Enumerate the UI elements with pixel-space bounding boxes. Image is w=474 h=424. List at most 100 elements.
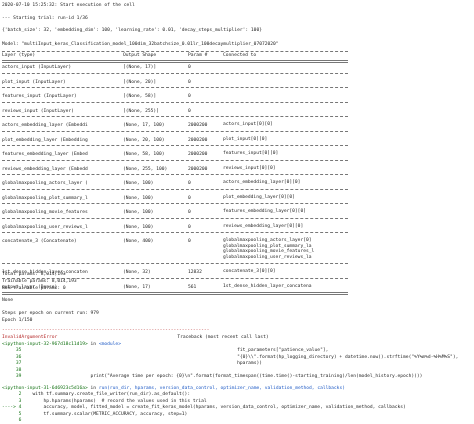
line-number: 5 <box>2 411 22 417</box>
header-params: Param # <box>188 53 208 58</box>
row-divider <box>2 72 348 74</box>
param-count-cell: 2000200 <box>188 166 208 172</box>
error-name: InvalidArgumentError <box>2 335 58 340</box>
code-line: 35 fit_parameters["patience_value"], <box>2 348 329 353</box>
layer-name-cell: output_layer (Dense) <box>2 284 58 290</box>
traceback-location-2: <ipython-input-31-6d6923c5d16a> in run(r… <box>2 386 345 391</box>
param-count-cell: 561 <box>188 284 197 290</box>
connected-to-cell: reviews_embedding_layer[0][0] <box>223 223 304 229</box>
code-text: fit_parameters["patience_value"], <box>21 348 329 353</box>
layer-name-cell: 1st_dense_hidden_layer_concaten <box>2 270 88 275</box>
output-shape-cell: (None, 400) <box>123 239 154 244</box>
ipython-cell-ref-1: <ipython-input-32-967d18c11d19> <box>2 342 88 347</box>
row-divider <box>2 292 348 295</box>
param-count-cell: 2000200 <box>188 123 208 128</box>
connected-to-cell: features_embedding_layer[0][0] <box>223 209 306 214</box>
row-divider <box>2 159 348 161</box>
connected-to-cell: plot_input[0][0] <box>223 136 268 142</box>
code-text: tf.summary.scalar(METRIC_ACCURACY, accur… <box>21 411 188 417</box>
connected-to-cell: globalmaxpooling_user_reviews_la <box>223 254 312 260</box>
output-shape-cell: [(None, 58)] <box>123 94 157 99</box>
line-number: 38 <box>2 367 22 373</box>
layer-name-cell: actors_embedding_layer (Embeddi <box>2 123 88 128</box>
param-count-cell: 0 <box>188 210 191 215</box>
layer-name-cell: globalmaxpooling_actors_layer ( <box>2 181 88 186</box>
output-shape-cell: (None, 17, 100) <box>123 123 165 128</box>
line-number: 37 <box>2 361 22 366</box>
code-text: hparams)) <box>21 361 262 366</box>
row-divider <box>2 277 348 279</box>
connected-to-cell: plot_embedding_layer[0][0] <box>223 194 295 200</box>
epoch-line: Epoch 1/150 <box>2 318 33 323</box>
connected-to-cell: actors_embedding_layer[0][0] <box>223 180 301 185</box>
row-divider <box>2 188 348 190</box>
code-line: 38 <box>2 367 22 373</box>
connected-to-cell: features_input[0][0] <box>223 151 279 156</box>
traceback-title: Traceback (most recent call last) <box>177 335 269 340</box>
code-text: accuracy, model, fitted_model = create_f… <box>21 405 406 410</box>
ipython-cell-ref-2: <ipython-input-31-6d6923c5d16a> <box>2 386 88 391</box>
module-name: <module> <box>98 342 121 347</box>
param-count-cell: 0 <box>188 224 191 230</box>
code-text: hp.hparams(hparams) # record the values … <box>21 398 207 404</box>
traceback-divider: ----------------------------------------… <box>2 328 210 333</box>
none-line: None <box>2 298 14 303</box>
output-shape-cell: (None, 255, 100) <box>123 166 168 172</box>
connected-to-cell: actors_input[0][0] <box>223 122 273 127</box>
output-shape-cell: [(None, 255)] <box>123 108 159 114</box>
traceback-header: InvalidArgumentError Traceback (most rece… <box>2 335 269 340</box>
header-connected: Connected to <box>223 53 257 58</box>
row-divider <box>2 116 348 117</box>
code-text: print("Average time per epoch: {0}\n".fo… <box>21 374 423 379</box>
code-line: ----> 4 accuracy, model, fitted_model = … <box>2 405 406 410</box>
line-number: ----> 4 <box>2 405 22 410</box>
output-shape-cell: (None, 32) <box>123 270 151 275</box>
param-count-cell: 0 <box>188 239 191 244</box>
code-line: 39 print("Average time per epoch: {0}\n"… <box>2 374 423 379</box>
connected-to-cell: concatenate_3[0][0] <box>223 269 276 274</box>
output-shape-cell: (None, 100) <box>123 195 154 201</box>
param-count-cell: 0 <box>188 181 191 186</box>
layer-name-cell: features_embedding_layer (Embed <box>2 152 88 157</box>
layer-name-cell: plot_input (InputLayer) <box>2 79 66 85</box>
output-shape-cell: (None, 100) <box>123 181 154 186</box>
layer-name-cell: globalmaxpooling_movie_features <box>2 210 88 215</box>
layer-name-cell: globalmaxpooling_plot_summary_l <box>2 195 88 201</box>
connected-to-cell: 1st_dense_hidden_layer_concatena <box>223 283 312 289</box>
row-divider <box>2 101 348 103</box>
layer-name-cell: reviews_input (InputLayer) <box>2 108 74 114</box>
output-shape-cell: [(None, 20)] <box>123 79 157 85</box>
output-shape-cell: (None, 58, 100) <box>123 152 165 157</box>
output-shape-cell: (None, 17) <box>123 284 151 290</box>
code-text: "{0}\\".format(hp_logging_directory) + d… <box>21 354 459 360</box>
line-number: 6 <box>2 418 22 423</box>
layer-name-cell: concatenate_3 (Concatenate) <box>2 239 77 244</box>
layer-name-cell: globalmaxpooling_user_reviews_l <box>2 224 88 230</box>
table-header-rule <box>2 60 348 63</box>
row-divider <box>2 263 348 264</box>
layer-name-cell: reviews_embedding_layer (Embedd <box>2 166 88 172</box>
layer-name-cell: features_input (InputLayer) <box>2 94 77 99</box>
row-divider <box>2 203 348 204</box>
row-divider <box>2 130 348 132</box>
output-shape-cell: (None, 100) <box>123 210 154 215</box>
layer-name-cell: plot_embedding_layer (Embedding <box>2 137 88 143</box>
table-header: Layer (type) Output Shape Param # Connec… <box>2 52 256 59</box>
code-line: 5 tf.summary.scalar(METRIC_ACCURACY, acc… <box>2 411 188 417</box>
code-text: with tf.summary.create_file_writer(run_d… <box>21 392 191 397</box>
loc2-in: in <box>87 386 99 391</box>
row-divider <box>2 174 348 175</box>
connected-to-cell: reviews_input[0][0] <box>223 165 276 171</box>
params-line: {'batch_size': 32, 'embedding_dim': 100,… <box>2 28 262 33</box>
line-number: 2 <box>2 392 22 397</box>
start-line: 2020-07-10 15:25:32: Start execution of … <box>2 3 135 8</box>
param-count-cell: 0 <box>188 65 191 70</box>
line-number: 35 <box>2 348 22 353</box>
param-count-cell: 0 <box>188 195 191 201</box>
output-shape-cell: (None, 20, 100) <box>123 137 165 143</box>
output-shape-cell: [(None, 17)] <box>123 65 157 70</box>
function-signature: run(run_dir, hparams, version_data_contr… <box>98 386 345 391</box>
model-line: Model: "multiInput_keras_Classification_… <box>2 42 279 47</box>
code-line: 2 with tf.summary.create_file_writer(run… <box>2 392 191 397</box>
loc1-in: in <box>87 342 99 347</box>
